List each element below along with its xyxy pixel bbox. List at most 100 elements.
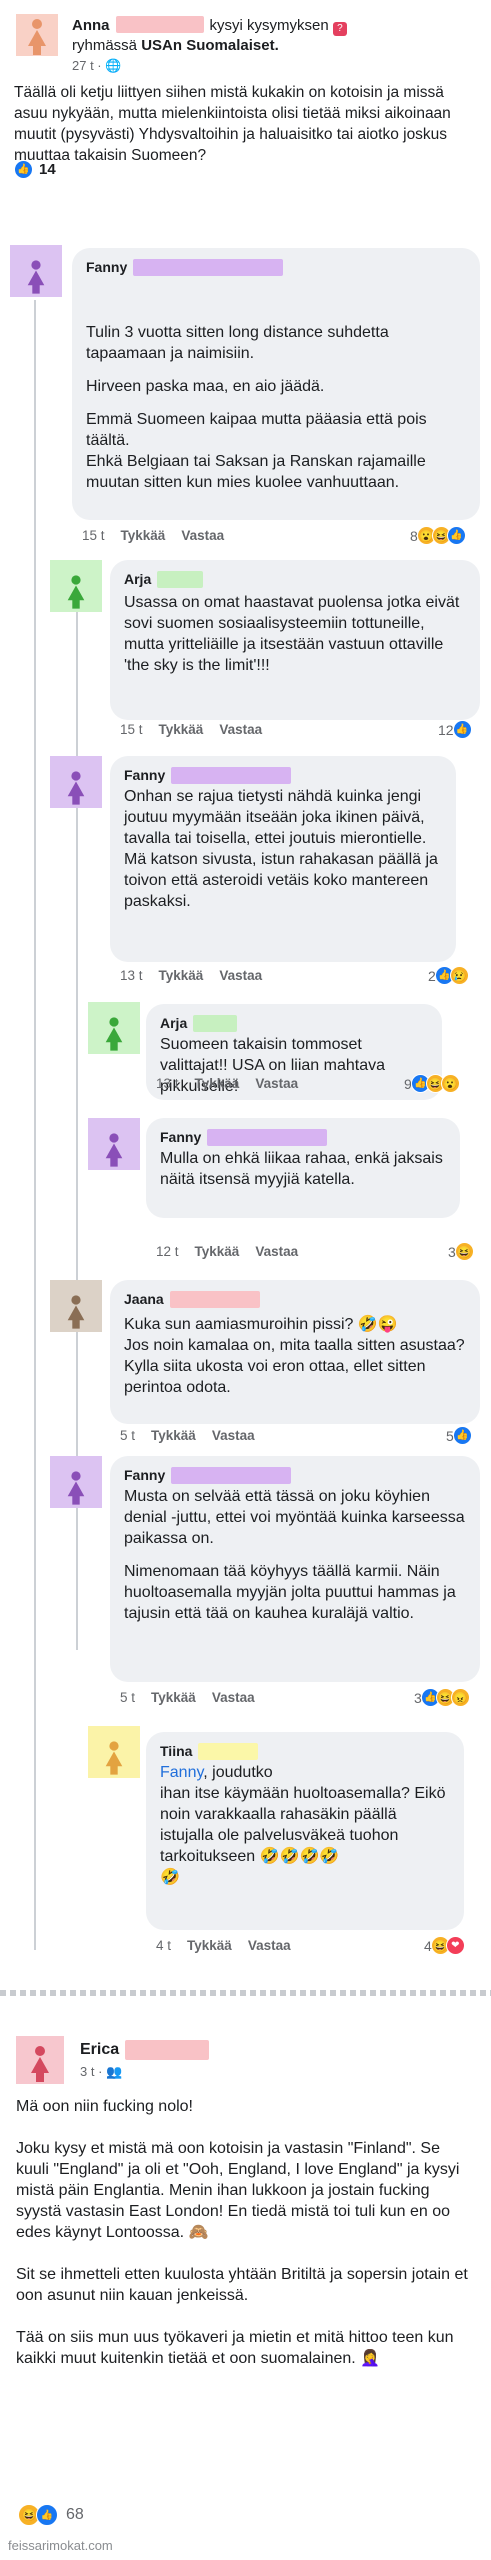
like-icon: 👍 xyxy=(14,160,33,179)
like-icon: 👍 xyxy=(36,2504,58,2526)
person-female-icon xyxy=(28,19,46,55)
comment-meta: 12 t Tykkää Vastaa xyxy=(156,1244,299,1259)
like-button[interactable]: Tykkää xyxy=(159,968,204,983)
like-button[interactable]: Tykkää xyxy=(151,1428,196,1443)
avatar[interactable] xyxy=(16,14,58,56)
post-header: Anna kysyi kysymyksen ? ryhmässä USAn Suo… xyxy=(72,16,372,56)
comment-meta: 15 t Tykkää Vastaa xyxy=(82,528,225,543)
redacted-name xyxy=(115,16,204,33)
angry-icon: 😠 xyxy=(450,1688,470,1707)
commenter-name[interactable]: Fanny xyxy=(86,258,466,276)
like-button[interactable]: Tykkää xyxy=(187,1938,232,1953)
post-body: Mä oon niin fucking nolo! Joku kysy et m… xyxy=(16,2098,468,2367)
commenter-name[interactable]: Arja xyxy=(160,1014,428,1032)
post-meta: 27 t · 🌐 xyxy=(72,58,122,73)
comment-reactions[interactable]: 8 😮 😆 👍 xyxy=(410,526,466,545)
commenter-name[interactable]: Tiina xyxy=(160,1742,450,1760)
commenter-name[interactable]: Jaana xyxy=(124,1290,466,1308)
like-button[interactable]: Tykkää xyxy=(159,722,204,737)
avatar[interactable] xyxy=(88,1726,140,1778)
post-time[interactable]: 27 t xyxy=(72,58,94,73)
comment-meta: 15 t Tykkää Vastaa xyxy=(120,722,263,737)
author-name[interactable]: Erica xyxy=(80,2041,119,2059)
reaction-count: 68 xyxy=(66,2506,84,2523)
like-button[interactable]: Tykkää xyxy=(195,1244,240,1259)
comment-meta: 4 t Tykkää Vastaa xyxy=(156,1938,291,1953)
comment-text: Usassa on omat haastavat puolensa jotka … xyxy=(124,594,464,674)
comment-reactions[interactable]: 4 😆 ❤ xyxy=(424,1936,465,1955)
thread-line xyxy=(34,300,36,1950)
comment-reactions[interactable]: 12 👍 xyxy=(438,720,472,739)
comment-reactions[interactable]: 3 👍 😆 😠 xyxy=(414,1688,470,1707)
comment-text: Musta on selvää että tässä on joku köyhi… xyxy=(124,1488,470,1622)
mention-link[interactable]: Fanny xyxy=(160,1764,203,1781)
comment-reactions[interactable]: 3 😆 xyxy=(448,1242,474,1261)
comment-meta: 5 t Tykkää Vastaa xyxy=(120,1690,255,1705)
comment-reactions[interactable]: 5 👍 xyxy=(446,1426,472,1445)
commenter-name[interactable]: Fanny xyxy=(124,1466,466,1484)
post-header: Erica xyxy=(80,2040,210,2060)
heart-icon: ❤ xyxy=(445,1936,465,1955)
comment-bubble: Arja Usassa on omat haastavat puolensa j… xyxy=(110,560,480,720)
avatar[interactable] xyxy=(10,245,62,297)
haha-icon: 😆 xyxy=(454,1242,474,1261)
comment-bubble: Fanny Musta on selvää että tässä on joku… xyxy=(110,1456,480,1682)
like-icon: 👍 xyxy=(452,720,472,739)
comment-bubble: Fanny Tulin 3 vuotta sitten long distanc… xyxy=(72,248,480,520)
post-body: Täällä oli ketju liittyen siihen mistä k… xyxy=(14,84,451,164)
avatar[interactable] xyxy=(88,1002,140,1054)
reply-button[interactable]: Vastaa xyxy=(255,1244,298,1259)
like-icon: 👍 xyxy=(452,1426,472,1445)
avatar[interactable] xyxy=(50,756,102,808)
watermark: feissarimokat.com xyxy=(8,2538,113,2553)
reaction-count: 14 xyxy=(39,161,56,178)
avatar[interactable] xyxy=(50,1456,102,1508)
like-button[interactable]: Tykkää xyxy=(151,1690,196,1705)
comment-text: Mulla on ehkä liikaa rahaa, enkä jaksais… xyxy=(160,1150,448,1188)
avatar[interactable] xyxy=(50,1280,102,1332)
post-reactions[interactable]: 😆 👍 68 xyxy=(18,2504,84,2526)
reply-button[interactable]: Vastaa xyxy=(248,1938,291,1953)
post-meta: 3 t · 👥 xyxy=(80,2064,123,2079)
comment-bubble: Fanny Mulla on ehkä liikaa rahaa, enkä j… xyxy=(146,1118,460,1218)
comment-meta: 13 t Tykkää Vastaa xyxy=(156,1076,299,1091)
post-action: kysyi kysymyksen xyxy=(209,17,329,34)
like-button[interactable]: Tykkää xyxy=(195,1076,240,1091)
avatar[interactable] xyxy=(16,2036,64,2084)
group-prefix: ryhmässä xyxy=(72,37,138,54)
reply-button[interactable]: Vastaa xyxy=(212,1690,255,1705)
comment-text: Onhan se rajua tietysti nähdä kuinka jen… xyxy=(124,788,438,910)
comment-bubble: Fanny Onhan se rajua tietysti nähdä kuin… xyxy=(110,756,456,962)
commenter-name[interactable]: Fanny xyxy=(160,1128,446,1146)
like-icon: 👍 xyxy=(446,526,466,545)
reply-button[interactable]: Vastaa xyxy=(212,1428,255,1443)
sad-icon: 😢 xyxy=(449,966,469,985)
group-name[interactable]: USAn Suomalaiset. xyxy=(141,37,279,54)
comment-meta: 5 t Tykkää Vastaa xyxy=(120,1428,255,1443)
question-icon: ? xyxy=(332,22,347,36)
reply-button[interactable]: Vastaa xyxy=(181,528,224,543)
post-separator xyxy=(0,1990,491,1996)
author-name[interactable]: Anna xyxy=(72,17,110,34)
post-time[interactable]: 3 t xyxy=(80,2064,94,2079)
comment-text: Tulin 3 vuotta sitten long distance suhd… xyxy=(86,324,427,491)
commenter-name[interactable]: Fanny xyxy=(124,766,442,784)
reply-button[interactable]: Vastaa xyxy=(255,1076,298,1091)
avatar[interactable] xyxy=(88,1118,140,1170)
comment-reactions[interactable]: 2 👍 😢 xyxy=(428,966,469,985)
comment-text: Fanny, joudutko ihan itse käymään huolto… xyxy=(160,1764,446,1886)
comment-meta: 13 t Tykkää Vastaa xyxy=(120,968,263,983)
avatar[interactable] xyxy=(50,560,102,612)
comment-bubble: Tiina Fanny, joudutko ihan itse käymään … xyxy=(146,1732,464,1930)
commenter-name[interactable]: Arja xyxy=(124,570,466,588)
comment-text: Kuka sun aamiasmuroihin pissi? 🤣😜 Jos no… xyxy=(124,1316,465,1396)
friends-icon: 👥 xyxy=(106,2064,123,2079)
reply-button[interactable]: Vastaa xyxy=(219,722,262,737)
comment-bubble: Jaana Kuka sun aamiasmuroihin pissi? 🤣😜 … xyxy=(110,1280,480,1424)
wow-icon: 😮 xyxy=(440,1074,460,1093)
privacy-icon: 🌐 xyxy=(105,58,122,73)
post-reactions[interactable]: 👍 14 xyxy=(14,160,56,179)
comment-reactions[interactable]: 9 👍 😆 😮 xyxy=(404,1074,460,1093)
reply-button[interactable]: Vastaa xyxy=(219,968,262,983)
like-button[interactable]: Tykkää xyxy=(121,528,166,543)
